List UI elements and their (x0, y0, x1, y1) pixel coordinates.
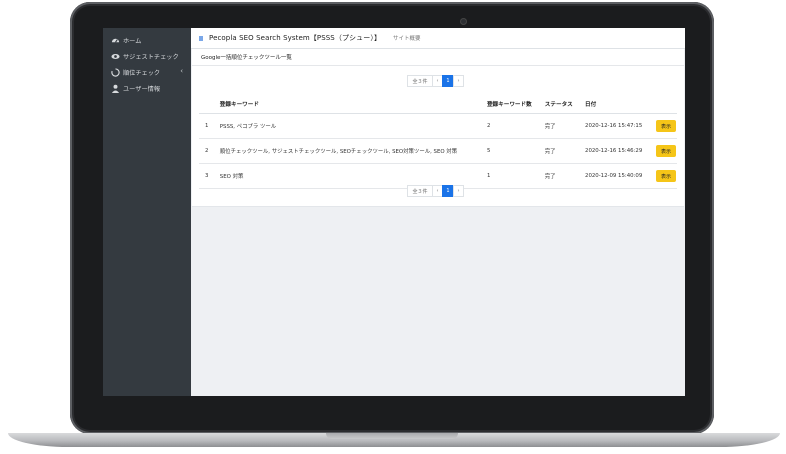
laptop-notch (326, 433, 458, 439)
dashboard-icon (110, 35, 120, 45)
top-navbar: Pecopla SEO Search System【PSSS（プシュー）】 サイ… (191, 28, 685, 49)
column-header-no (199, 95, 219, 114)
row-number: 2 (199, 138, 219, 164)
sidebar-item-user-info[interactable]: ユーザー情報 (103, 80, 191, 96)
app-screen: ホーム サジェストチェック 順位チェック ‹ ユーザー情報 Pecopla SE… (103, 28, 685, 396)
spinner-icon (110, 67, 120, 77)
column-header-keyword-count: 登録キーワード数 (485, 95, 544, 114)
row-date: 2020-12-09 15:40:09 (584, 163, 655, 189)
nav-link-site-overview[interactable]: サイト概要 (393, 34, 421, 42)
pagination-next[interactable]: › (453, 75, 464, 87)
user-icon (110, 83, 120, 93)
sidebar-item-rank-check[interactable]: 順位チェック ‹ (103, 64, 191, 80)
column-header-status: ステータス (543, 95, 585, 114)
sidebar-item-home[interactable]: ホーム (103, 32, 191, 48)
menu-toggle-icon[interactable] (199, 35, 203, 41)
results-card: Google一括順位チェックツール一覧 全３件 ‹ 1 › 登録キーワード 登録… (192, 49, 684, 207)
sidebar-item-label: ホーム (123, 37, 142, 45)
pagination-bottom: 全３件 ‹ 1 › (407, 185, 464, 197)
sidebar-item-label: ユーザー情報 (123, 85, 161, 93)
show-button[interactable]: 表示 (656, 170, 676, 182)
card-title: Google一括順位チェックツール一覧 (192, 49, 684, 66)
column-header-date: 日付 (584, 95, 655, 114)
row-action-cell: 表示 (655, 138, 677, 164)
sidebar-item-label: 順位チェック (123, 69, 161, 77)
webcam (460, 18, 467, 25)
column-header-keywords: 登録キーワード (218, 95, 486, 114)
pagination-top: 全３件 ‹ 1 › (407, 75, 464, 87)
show-button[interactable]: 表示 (656, 120, 676, 132)
table-header-row: 登録キーワード 登録キーワード数 ステータス 日付 (199, 95, 677, 114)
row-number: 1 (199, 113, 219, 139)
row-status: 完了 (543, 138, 585, 164)
main-content: Pecopla SEO Search System【PSSS（プシュー）】 サイ… (191, 28, 685, 396)
pagination-count: 全３件 (407, 75, 433, 87)
sidebar: ホーム サジェストチェック 順位チェック ‹ ユーザー情報 (103, 28, 191, 396)
row-number: 3 (199, 163, 219, 189)
row-keywords: PSSS, ペコプラ ツール (218, 113, 486, 139)
table-row: 2 順位チェックツール, サジェストチェックツール, SEOチェックツール, S… (199, 138, 677, 164)
row-date: 2020-12-16 15:46:29 (584, 138, 655, 164)
sidebar-item-label: サジェストチェック (123, 53, 179, 61)
column-header-action (655, 95, 677, 114)
row-keyword-count: 5 (485, 138, 544, 164)
pagination-next[interactable]: › (453, 185, 464, 197)
results-table: 登録キーワード 登録キーワード数 ステータス 日付 1 PSSS, ペコプラ ツ… (199, 95, 677, 189)
pagination-count: 全３件 (407, 185, 433, 197)
row-action-cell: 表示 (655, 113, 677, 139)
row-date: 2020-12-16 15:47:15 (584, 113, 655, 139)
table-row: 1 PSSS, ペコプラ ツール 2 完了 2020-12-16 15:47:1… (199, 113, 677, 139)
row-action-cell: 表示 (655, 163, 677, 189)
app-title[interactable]: Pecopla SEO Search System【PSSS（プシュー）】 (209, 33, 381, 43)
eye-icon (110, 51, 120, 61)
row-keyword-count: 2 (485, 113, 544, 139)
show-button[interactable]: 表示 (656, 145, 676, 157)
row-status: 完了 (543, 113, 585, 139)
row-keywords: 順位チェックツール, サジェストチェックツール, SEOチェックツール, SEO… (218, 138, 486, 164)
sidebar-item-suggest-check[interactable]: サジェストチェック (103, 48, 191, 64)
chevron-left-icon[interactable]: ‹ (180, 67, 183, 75)
row-keyword-count: 1 (485, 163, 544, 189)
row-status: 完了 (543, 163, 585, 189)
